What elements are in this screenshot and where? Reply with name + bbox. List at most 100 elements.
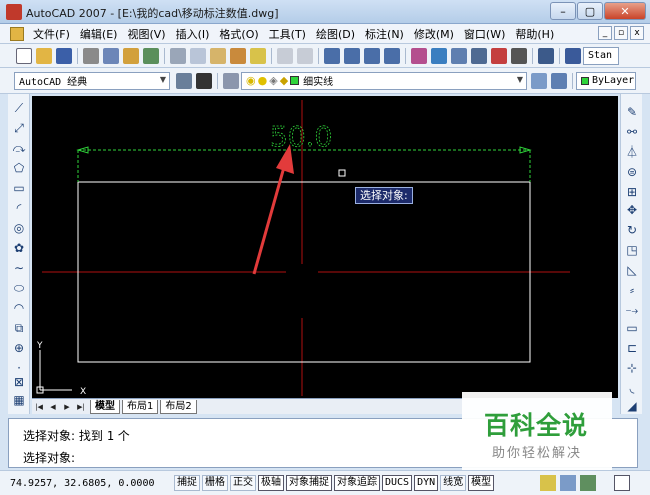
erase-icon[interactable]: ✎ bbox=[624, 104, 640, 120]
grid-toggle[interactable]: 栅格 bbox=[202, 475, 228, 491]
save-icon[interactable] bbox=[56, 47, 72, 64]
layer-previous-icon[interactable] bbox=[551, 72, 567, 89]
paste-icon[interactable] bbox=[210, 47, 226, 64]
open-icon[interactable] bbox=[36, 47, 52, 64]
dyn-toggle[interactable]: DYN bbox=[414, 475, 439, 491]
doc-close-button[interactable]: x bbox=[630, 26, 644, 40]
rectangle-icon[interactable]: ▭ bbox=[11, 180, 27, 196]
prev-tab-icon[interactable]: ◀ bbox=[46, 401, 60, 413]
arc-icon[interactable]: ◜ bbox=[11, 200, 27, 216]
osnap-toggle[interactable]: 对象捕捉 bbox=[286, 475, 332, 491]
properties-icon[interactable] bbox=[411, 47, 427, 64]
autocad-app-icon[interactable] bbox=[6, 4, 22, 20]
dimension-text[interactable]: 50.0 bbox=[270, 120, 333, 154]
menu-format[interactable]: 格式(O) bbox=[214, 26, 263, 42]
lineweight-toggle[interactable]: 线宽 bbox=[440, 475, 467, 491]
drawing-area[interactable]: 50.0 Y X 选择对象: bbox=[32, 96, 618, 398]
menu-view[interactable]: 视图(V) bbox=[122, 26, 170, 42]
tray-settings-icon[interactable] bbox=[580, 475, 596, 491]
menu-dimension[interactable]: 标注(N) bbox=[360, 26, 409, 42]
text-style-icon[interactable] bbox=[565, 47, 581, 64]
print-preview-icon[interactable] bbox=[103, 47, 119, 64]
mirror-icon[interactable]: ⏃ bbox=[624, 144, 640, 160]
zoom-window-icon[interactable] bbox=[364, 47, 380, 64]
ducs-toggle[interactable]: DUCS bbox=[382, 475, 413, 491]
extend-icon[interactable]: ⤍ bbox=[624, 302, 640, 318]
color-combo[interactable]: ByLayer bbox=[576, 71, 636, 90]
model-toggle[interactable]: 模型 bbox=[468, 475, 495, 491]
insert-block-icon[interactable]: ⧉ bbox=[11, 320, 27, 336]
trim-icon[interactable]: ⸗ bbox=[624, 282, 640, 298]
minimize-button[interactable]: – bbox=[550, 2, 576, 20]
sheet-set-icon[interactable] bbox=[471, 47, 487, 64]
zoom-previous-icon[interactable] bbox=[384, 47, 400, 64]
snap-toggle[interactable]: 捕捉 bbox=[174, 475, 200, 491]
join-icon[interactable]: ⊏ bbox=[624, 340, 640, 356]
construction-line-icon[interactable]: ⤢ bbox=[11, 120, 27, 136]
markup-icon[interactable] bbox=[491, 47, 507, 64]
copy-object-icon[interactable]: ⚯ bbox=[624, 124, 640, 140]
redo-icon[interactable] bbox=[297, 47, 313, 64]
command-prompt[interactable]: 选择对象: bbox=[23, 449, 75, 466]
make-current-layer-icon[interactable] bbox=[531, 72, 547, 89]
etransmit-icon[interactable] bbox=[143, 47, 159, 64]
circle-icon[interactable]: ◎ bbox=[11, 220, 27, 236]
workspace-combo[interactable]: AutoCAD 经典 ▼ bbox=[14, 71, 170, 90]
move-icon[interactable]: ✥ bbox=[624, 202, 640, 218]
new-icon[interactable] bbox=[16, 47, 32, 64]
menu-modify[interactable]: 修改(M) bbox=[409, 26, 459, 42]
next-tab-icon[interactable]: ▶ bbox=[60, 401, 74, 413]
ellipse-icon[interactable]: ⬭ bbox=[11, 280, 27, 296]
chamfer-icon[interactable]: ⊹ bbox=[624, 360, 640, 376]
publish-icon[interactable] bbox=[123, 47, 139, 64]
menu-tools[interactable]: 工具(T) bbox=[264, 26, 311, 42]
otrack-toggle[interactable]: 对象追踪 bbox=[334, 475, 380, 491]
rotate-icon[interactable]: ↻ bbox=[624, 222, 640, 238]
menu-insert[interactable]: 插入(I) bbox=[171, 26, 215, 42]
menu-window[interactable]: 窗口(W) bbox=[459, 26, 510, 42]
layer-combo[interactable]: ◉ ● ◈ ◆ 细实线 ▼ bbox=[241, 71, 527, 90]
polar-toggle[interactable]: 极轴 bbox=[258, 475, 284, 491]
menu-file[interactable]: 文件(F) bbox=[28, 26, 75, 42]
doc-restore-button[interactable]: ▫ bbox=[614, 26, 628, 40]
document-icon[interactable] bbox=[10, 26, 24, 41]
stretch-icon[interactable]: ◺ bbox=[624, 262, 640, 278]
ellipse-arc-icon[interactable]: ◠ bbox=[11, 300, 27, 316]
pan-icon[interactable] bbox=[324, 47, 340, 64]
polyline-icon[interactable]: ⤼ bbox=[11, 140, 27, 156]
menu-help[interactable]: 帮助(H) bbox=[510, 26, 559, 42]
make-block-icon[interactable]: ⊕ bbox=[11, 340, 27, 356]
polygon-icon[interactable]: ⬠ bbox=[11, 160, 27, 176]
fillet-icon[interactable]: ◟ bbox=[624, 380, 640, 396]
tab-layout2[interactable]: 布局2 bbox=[160, 399, 197, 414]
coordinate-readout[interactable]: 74.9257, 32.6805, 0.0000 bbox=[10, 478, 174, 489]
menu-edit[interactable]: 编辑(E) bbox=[75, 26, 123, 42]
hatch-icon[interactable]: ⊠ bbox=[11, 374, 27, 390]
workspace-settings-icon[interactable] bbox=[176, 72, 192, 89]
line-icon[interactable]: ⟋ bbox=[11, 100, 27, 116]
copy-icon[interactable] bbox=[190, 47, 206, 64]
offset-icon[interactable]: ⊜ bbox=[624, 164, 640, 180]
break-icon[interactable]: ▭ bbox=[624, 320, 640, 336]
clean-screen-icon[interactable] bbox=[614, 475, 630, 491]
help-icon[interactable] bbox=[538, 47, 554, 64]
ortho-toggle[interactable]: 正交 bbox=[230, 475, 256, 491]
match-properties-icon[interactable] bbox=[230, 47, 246, 64]
tool-palettes-icon[interactable] bbox=[451, 47, 467, 64]
zoom-realtime-icon[interactable] bbox=[344, 47, 360, 64]
array-icon[interactable]: ⊞ bbox=[624, 184, 640, 200]
print-icon[interactable] bbox=[83, 47, 99, 64]
revision-cloud-icon[interactable]: ✿ bbox=[11, 240, 27, 256]
menu-draw[interactable]: 绘图(D) bbox=[311, 26, 360, 42]
explode-icon[interactable]: ◢ bbox=[624, 398, 640, 414]
doc-minimize-button[interactable]: _ bbox=[598, 26, 612, 40]
design-center-icon[interactable] bbox=[431, 47, 447, 64]
communication-center-icon[interactable] bbox=[540, 475, 556, 491]
first-tab-icon[interactable]: |◀ bbox=[32, 401, 46, 413]
tab-layout1[interactable]: 布局1 bbox=[122, 399, 159, 414]
maximize-button[interactable]: ▢ bbox=[577, 2, 603, 20]
tab-model[interactable]: 模型 bbox=[90, 399, 120, 414]
text-style-combo[interactable]: Stan bbox=[583, 46, 619, 65]
undo-icon[interactable] bbox=[277, 47, 293, 64]
layer-manager-icon[interactable] bbox=[223, 72, 239, 89]
